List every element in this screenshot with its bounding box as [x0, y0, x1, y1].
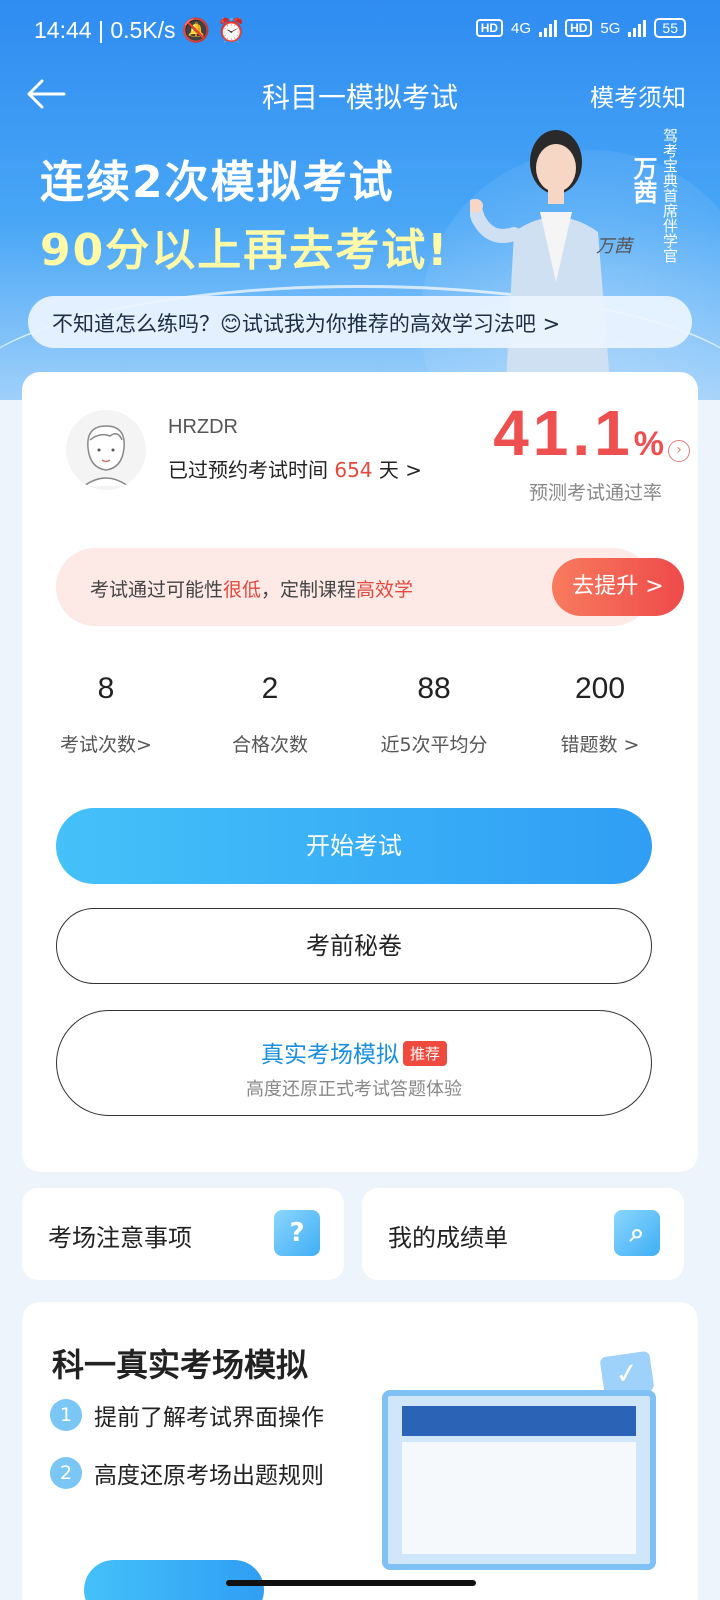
reserve-days: 654 — [334, 458, 373, 482]
list-item-text: 提前了解考试界面操作 — [94, 1405, 324, 1431]
exam-notes-title: 考场注意事项 — [48, 1224, 192, 1252]
sim1-label: 4G — [511, 19, 532, 37]
stats-row: 8 考试次数> 2 合格次数 88 近5次平均分 200 错题数 > — [22, 672, 698, 772]
main-card: HRZDR 已过预约考试时间 654 天 > 41.1% › 预测考试通过率 考… — [22, 372, 698, 1172]
home-indicator[interactable] — [226, 1580, 476, 1586]
list-item: 1 提前了解考试界面操作 — [50, 1398, 324, 1432]
username: HRZDR — [168, 416, 238, 438]
avatar[interactable] — [66, 410, 146, 490]
recommend-badge: 推荐 — [402, 1041, 447, 1066]
real-exam-promo-title: 科一真实考场模拟 — [52, 1346, 309, 1384]
start-exam-button[interactable]: 开始考试 — [56, 808, 652, 884]
real-exam-subtitle: 高度还原正式考试答题体验 — [246, 1079, 462, 1100]
stat-average-score: 88 近5次平均分 — [380, 672, 488, 756]
stat-exam-count[interactable]: 8 考试次数> — [26, 672, 186, 757]
signal-icon-2 — [628, 19, 647, 37]
reserve-suffix: 天 > — [378, 458, 423, 482]
battery-icon: 55 — [654, 18, 686, 38]
sim2-label: 5G — [600, 19, 621, 37]
list-item-text: 高度还原考场出题规则 — [94, 1463, 324, 1489]
hd-badge: HD — [475, 19, 504, 37]
list-item: 2 高度还原考场出题规则 — [50, 1456, 324, 1490]
reserve-info[interactable]: 已过预约考试时间 654 天 > — [168, 454, 422, 483]
coach-title: 驾考宝典首席伴学官 — [661, 128, 679, 263]
score-report-card[interactable]: 我的成绩单 ⌕ — [362, 1188, 684, 1280]
improve-button[interactable]: 去提升 > — [552, 558, 684, 616]
exam-screen-illustration — [382, 1390, 656, 1570]
real-exam-simulation-button[interactable]: 真实考场模拟 推荐 高度还原正式考试答题体验 — [56, 1010, 652, 1116]
hd-badge-2: HD — [565, 19, 593, 37]
reserve-prefix: 已过预约考试时间 — [168, 458, 328, 482]
nav-bar: 科目一模拟考试 模考须知 — [0, 62, 720, 126]
promo-line-1: 连续2次模拟考试 — [40, 157, 395, 208]
pass-rate-value: 41.1% — [493, 397, 668, 469]
promo-line-2: 90分以上再去考试! — [40, 225, 450, 276]
stat-pass-count: 2 合格次数 — [231, 672, 308, 756]
real-exam-title: 真实考场模拟 — [260, 1042, 399, 1068]
status-time: 14:44 | 0.5K/s 🔕 ⏰ — [34, 17, 246, 43]
number-badge: 1 — [50, 1399, 82, 1431]
pass-rate-label: 预测考试通过率 — [528, 482, 662, 504]
number-badge: 2 — [50, 1457, 82, 1489]
search-doc-icon: ⌕ — [614, 1210, 660, 1256]
chevron-right-icon[interactable]: › — [668, 440, 690, 462]
status-bar: 14:44 | 0.5K/s 🔕 ⏰ HD 4G HD 5G 55 — [0, 0, 720, 62]
status-indicators: HD 4G HD 5G 55 — [475, 18, 686, 38]
signal-icon — [539, 19, 558, 37]
real-exam-promo-card[interactable]: 科一真实考场模拟 1 提前了解考试界面操作 2 高度还原考场出题规则 ✓ — [22, 1302, 698, 1600]
coach-name: 万茜 — [629, 156, 657, 204]
stat-wrong-count[interactable]: 200 错题数 > — [520, 672, 680, 757]
study-tip-bar[interactable]: 不知道怎么练吗？😊试试我为你推荐的高效学习法吧 > — [28, 296, 692, 348]
exam-notice-link[interactable]: 模考须知 — [590, 78, 686, 113]
score-report-title: 我的成绩单 — [388, 1224, 508, 1252]
exam-notes-card[interactable]: 考场注意事项 ? — [22, 1188, 344, 1280]
secret-paper-button[interactable]: 考前秘卷 — [56, 908, 652, 984]
coach-signature: 万茜 — [596, 236, 632, 257]
question-icon: ? — [274, 1210, 320, 1256]
